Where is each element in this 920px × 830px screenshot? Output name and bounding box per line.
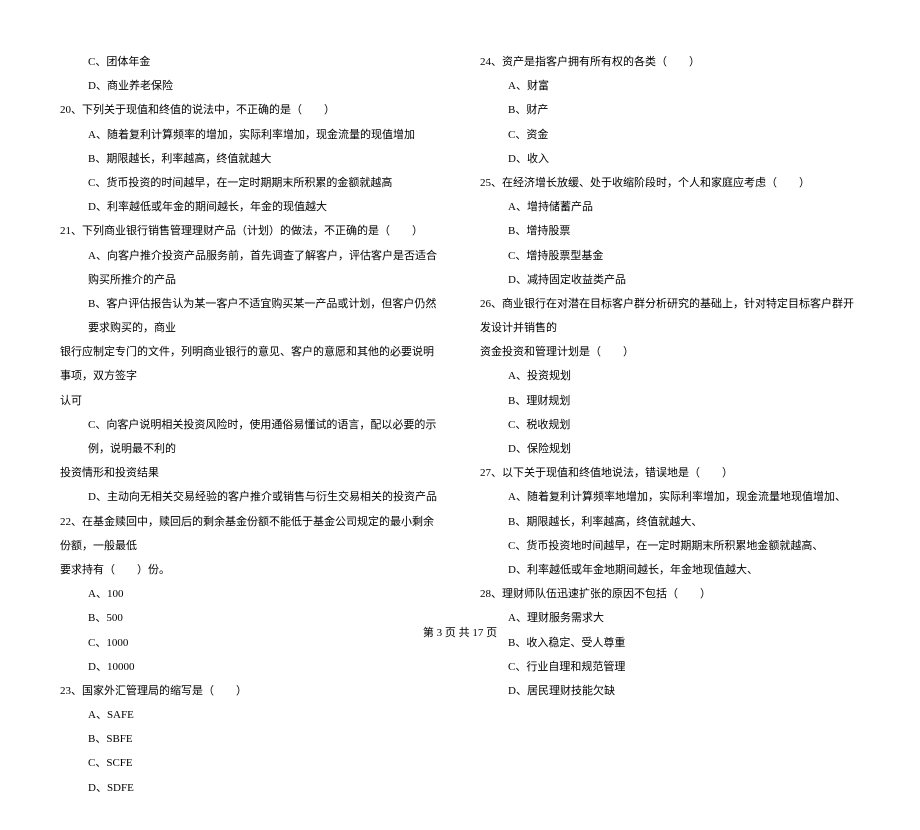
answer-option: C、向客户说明相关投资风险时，使用通俗易懂试的语言，配以必要的示例，说明最不利的 <box>60 413 440 461</box>
answer-option: D、利率越低或年金地期间越长，年金地现值越大、 <box>480 558 860 582</box>
answer-option: C、货币投资地时间越早，在一定时期期末所积累地金额就越高、 <box>480 534 860 558</box>
question-line: 27、以下关于现值和终值地说法，错误地是（ ） <box>480 461 860 485</box>
answer-option: B、理财规划 <box>480 389 860 413</box>
question-line: 26、商业银行在对潜在目标客户群分析研究的基础上，针对特定目标客户群开发设计并销… <box>480 292 860 340</box>
answer-option: B、期限越长，利率越高，终值就越大、 <box>480 510 860 534</box>
answer-option: A、增持储蓄产品 <box>480 195 860 219</box>
answer-option: C、行业自理和规范管理 <box>480 655 860 679</box>
question-line: 资金投资和管理计划是（ ） <box>480 340 860 364</box>
answer-option: A、随着复利计算频率的增加，实际利率增加，现金流量的现值增加 <box>60 123 440 147</box>
answer-option: C、SCFE <box>60 751 440 775</box>
question-line: 28、理财师队伍迅速扩张的原因不包括（ ） <box>480 582 860 606</box>
answer-option: A、SAFE <box>60 703 440 727</box>
answer-option: B、SBFE <box>60 727 440 751</box>
answer-option: C、增持股票型基金 <box>480 244 860 268</box>
answer-option: B、期限越长，利率越高，终值就越大 <box>60 147 440 171</box>
answer-option: D、减持固定收益类产品 <box>480 268 860 292</box>
answer-option: A、财富 <box>480 74 860 98</box>
page-content: C、团体年金D、商业养老保险20、下列关于现值和终值的说法中，不正确的是（ ）A… <box>0 0 920 830</box>
question-line: 23、国家外汇管理局的缩写是（ ） <box>60 679 440 703</box>
answer-option: A、向客户推介投资产品服务前，首先调查了解客户，评估客户是否适合购买所推介的产品 <box>60 244 440 292</box>
answer-option: D、收入 <box>480 147 860 171</box>
question-line: 认可 <box>60 389 440 413</box>
answer-option: D、10000 <box>60 655 440 679</box>
answer-option: A、投资规划 <box>480 364 860 388</box>
answer-option: C、团体年金 <box>60 50 440 74</box>
question-line: 22、在基金赎回中，赎回后的剩余基金份额不能低于基金公司规定的最小剩余份额，一般… <box>60 510 440 558</box>
right-column: 24、资产是指客户拥有所有权的各类（ ）A、财富B、财产C、资金D、收入25、在… <box>480 50 860 800</box>
answer-option: B、客户评估报告认为某一客户不适宜购买某一产品或计划，但客户仍然要求购买的，商业 <box>60 292 440 340</box>
answer-option: C、资金 <box>480 123 860 147</box>
answer-option: B、财产 <box>480 98 860 122</box>
answer-option: A、100 <box>60 582 440 606</box>
answer-option: D、主动向无相关交易经验的客户推介或销售与衍生交易相关的投资产品 <box>60 485 440 509</box>
answer-option: D、利率越低或年金的期间越长，年金的现值越大 <box>60 195 440 219</box>
answer-option: A、随着复利计算频率地增加，实际利率增加，现金流量地现值增加、 <box>480 485 860 509</box>
question-line: 21、下列商业银行销售管理理财产品（计划）的做法，不正确的是（ ） <box>60 219 440 243</box>
answer-option: B、增持股票 <box>480 219 860 243</box>
answer-option: D、居民理财技能欠缺 <box>480 679 860 703</box>
answer-option: D、商业养老保险 <box>60 74 440 98</box>
answer-option: D、保险规划 <box>480 437 860 461</box>
left-column: C、团体年金D、商业养老保险20、下列关于现值和终值的说法中，不正确的是（ ）A… <box>60 50 440 800</box>
page-footer: 第 3 页 共 17 页 <box>0 624 920 640</box>
question-line: 投资情形和投资结果 <box>60 461 440 485</box>
answer-option: D、SDFE <box>60 776 440 800</box>
question-line: 20、下列关于现值和终值的说法中，不正确的是（ ） <box>60 98 440 122</box>
question-line: 24、资产是指客户拥有所有权的各类（ ） <box>480 50 860 74</box>
question-line: 要求持有（ ）份。 <box>60 558 440 582</box>
answer-option: C、货币投资的时间越早，在一定时期期末所积累的金额就越高 <box>60 171 440 195</box>
answer-option: C、税收规划 <box>480 413 860 437</box>
question-line: 银行应制定专门的文件，列明商业银行的意见、客户的意愿和其他的必要说明事项，双方签… <box>60 340 440 388</box>
question-line: 25、在经济增长放缓、处于收缩阶段时，个人和家庭应考虑（ ） <box>480 171 860 195</box>
